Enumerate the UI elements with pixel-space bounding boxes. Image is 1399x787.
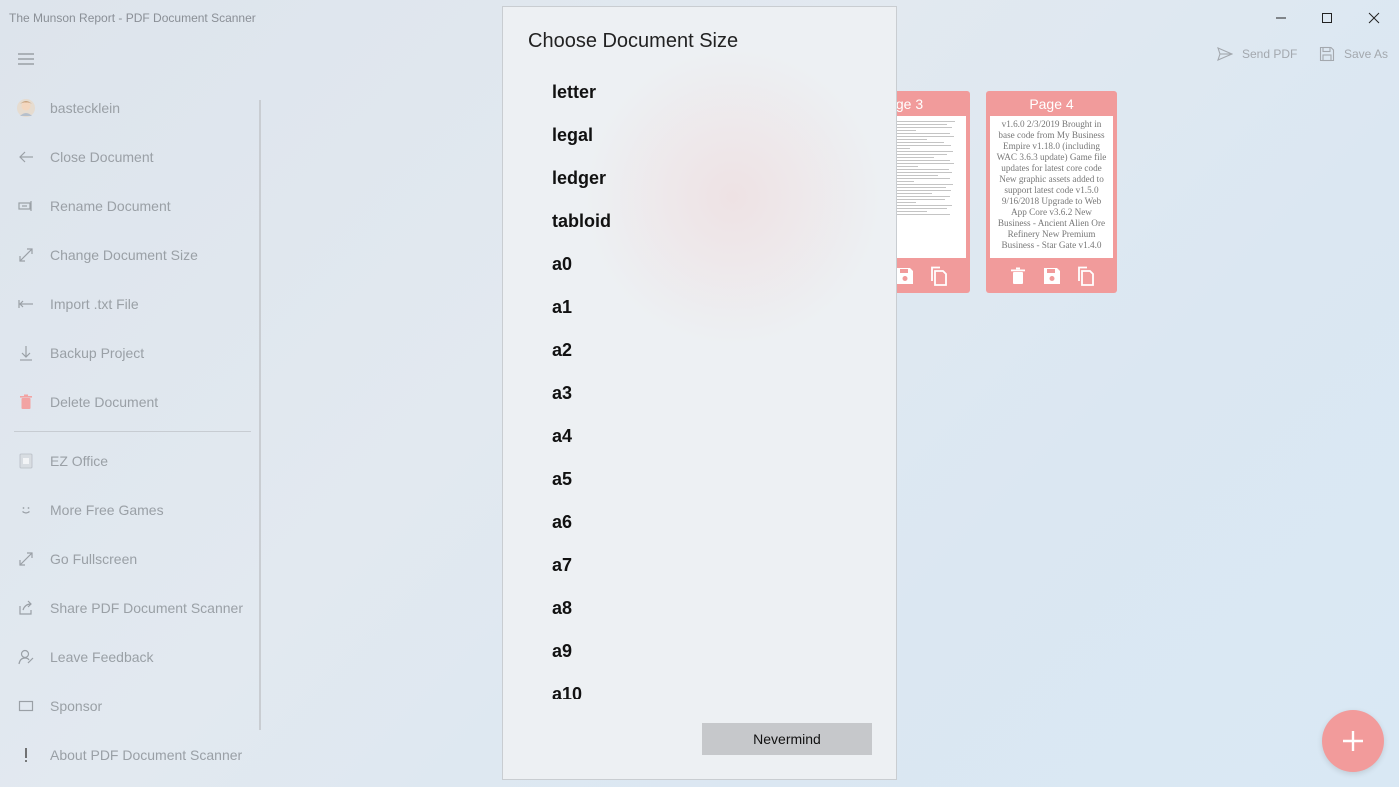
- sidebar-item-ez-office[interactable]: EZ Office: [0, 437, 260, 485]
- page-text-preview: v1.6.0 2/3/2019 Brought in base code fro…: [990, 116, 1113, 258]
- sidebar-divider: [14, 431, 251, 432]
- sidebar-item-label: Delete Document: [50, 394, 159, 410]
- sidebar-item-import-txt[interactable]: Import .txt File: [0, 280, 260, 328]
- minimize-icon: [1276, 17, 1286, 19]
- save-as-button[interactable]: Save As: [1319, 44, 1388, 64]
- sidebar-item-about[interactable]: About PDF Document Scanner: [0, 731, 260, 779]
- sidebar-item-sponsor[interactable]: Sponsor: [0, 682, 260, 730]
- smile-icon: [16, 500, 36, 520]
- sidebar-item-label: Rename Document: [50, 198, 171, 214]
- download-icon: [16, 343, 36, 363]
- sidebar-item-share[interactable]: Share PDF Document Scanner: [0, 584, 260, 632]
- sidebar-item-leave-feedback[interactable]: Leave Feedback: [0, 633, 260, 681]
- sidebar-scrollbar[interactable]: [259, 100, 261, 730]
- sidebar-item-label: EZ Office: [50, 453, 109, 469]
- size-option-letter[interactable]: letter: [552, 81, 596, 103]
- size-option-a2[interactable]: a2: [552, 339, 572, 361]
- sidebar-item-go-fullscreen[interactable]: Go Fullscreen: [0, 535, 260, 583]
- sidebar-item-rename-document[interactable]: Rename Document: [0, 182, 260, 230]
- size-option-a10[interactable]: a10: [552, 683, 582, 699]
- sidebar-user-name: bastecklein: [50, 100, 121, 116]
- copy-icon[interactable]: [929, 266, 949, 286]
- sidebar-item-label: Share PDF Document Scanner: [50, 600, 243, 616]
- dialog-title: Choose Document Size: [528, 30, 739, 52]
- size-option-a4[interactable]: a4: [552, 425, 572, 447]
- size-option-a1[interactable]: a1: [552, 296, 572, 318]
- trash-icon: [16, 392, 36, 412]
- window-title: The Munson Report - PDF Document Scanner: [9, 11, 256, 25]
- size-option-tabloid[interactable]: tabloid: [552, 210, 611, 232]
- sidebar-item-label: Leave Feedback: [50, 649, 154, 665]
- resize-icon: [16, 245, 36, 265]
- save-icon: [1319, 46, 1335, 62]
- sidebar-item-delete-document[interactable]: Delete Document: [0, 378, 260, 426]
- choose-size-dialog: Choose Document Size letter legal ledger…: [502, 6, 897, 780]
- sidebar-item-label: Change Document Size: [50, 247, 198, 263]
- fullscreen-icon: [16, 549, 36, 569]
- copy-icon[interactable]: [1076, 266, 1096, 286]
- avatar: [16, 98, 36, 118]
- sidebar-item-label: Go Fullscreen: [50, 551, 138, 567]
- nevermind-button[interactable]: Nevermind: [702, 723, 872, 755]
- sidebar-item-change-document-size[interactable]: Change Document Size: [0, 231, 260, 279]
- size-option-a9[interactable]: a9: [552, 640, 572, 662]
- sidebar-user[interactable]: bastecklein: [0, 84, 260, 132]
- size-option-a8[interactable]: a8: [552, 597, 572, 619]
- sponsor-icon: [16, 696, 36, 716]
- save-icon[interactable]: [1042, 266, 1062, 286]
- close-icon: [1368, 12, 1380, 24]
- rename-icon: [16, 196, 36, 216]
- hamburger-menu-icon[interactable]: [17, 52, 35, 66]
- size-option-a3[interactable]: a3: [552, 382, 572, 404]
- size-option-a7[interactable]: a7: [552, 554, 572, 576]
- send-pdf-label: Send PDF: [1242, 47, 1298, 61]
- page-card-4[interactable]: Page 4 v1.6.0 2/3/2019 Brought in base c…: [986, 91, 1117, 293]
- size-option-a5[interactable]: a5: [552, 468, 572, 490]
- add-page-button[interactable]: [1322, 710, 1384, 772]
- import-icon: [16, 294, 36, 314]
- maximize-icon: [1322, 13, 1332, 23]
- send-pdf-button[interactable]: Send PDF: [1217, 44, 1297, 64]
- arrow-left-icon: [16, 147, 36, 167]
- close-window-button[interactable]: [1351, 0, 1397, 36]
- feedback-icon: [16, 647, 36, 667]
- sidebar-item-more-free-games[interactable]: More Free Games: [0, 486, 260, 534]
- sidebar-item-label: Close Document: [50, 149, 154, 165]
- plus-icon: [1343, 731, 1363, 751]
- size-option-ledger[interactable]: ledger: [552, 167, 606, 189]
- save-icon[interactable]: [895, 266, 915, 286]
- sidebar-item-close-document[interactable]: Close Document: [0, 133, 260, 181]
- maximize-button[interactable]: [1304, 0, 1350, 36]
- sidebar-item-label: More Free Games: [50, 502, 164, 518]
- sidebar-item-backup-project[interactable]: Backup Project: [0, 329, 260, 377]
- sidebar-item-label: Sponsor: [50, 698, 103, 714]
- send-icon: [1217, 47, 1233, 61]
- size-option-list[interactable]: letter legal ledger tabloid a0 a1 a2 a3 …: [503, 69, 896, 699]
- share-icon: [16, 598, 36, 618]
- trash-icon[interactable]: [1008, 266, 1028, 286]
- page-card-title: Page 4: [1029, 95, 1074, 112]
- sidebar-item-label: Backup Project: [50, 345, 145, 361]
- minimize-button[interactable]: [1258, 0, 1304, 36]
- size-option-legal[interactable]: legal: [552, 124, 593, 146]
- sidebar-item-label: About PDF Document Scanner: [50, 747, 243, 763]
- page-card-tools: [986, 258, 1117, 293]
- info-icon: [16, 745, 36, 765]
- ez-office-icon: [16, 451, 36, 471]
- size-option-a0[interactable]: a0: [552, 253, 572, 275]
- sidebar-item-label: Import .txt File: [50, 296, 139, 312]
- size-option-a6[interactable]: a6: [552, 511, 572, 533]
- save-as-label: Save As: [1344, 47, 1389, 61]
